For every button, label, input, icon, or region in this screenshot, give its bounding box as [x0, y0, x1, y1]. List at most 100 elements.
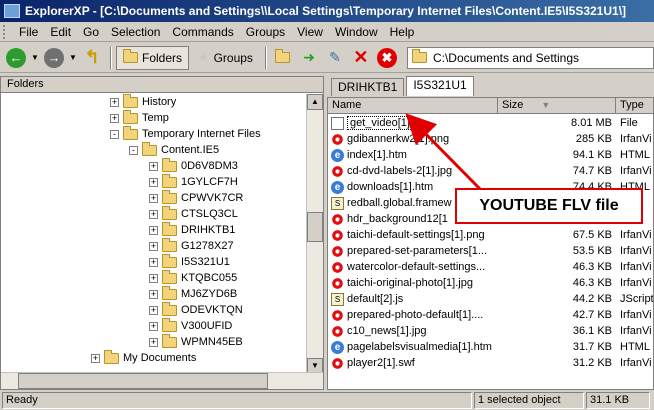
tree-item[interactable]: - Temporary Internet Files — [110, 125, 261, 142]
forward-dropdown[interactable]: ▼ — [68, 46, 78, 70]
folder-icon — [142, 141, 157, 156]
expand-icon[interactable]: + — [149, 161, 158, 171]
hscroll-thumb[interactable] — [18, 373, 268, 389]
tree-item[interactable]: + ODEVKTQN — [149, 301, 243, 318]
up-folder-button[interactable]: ↰ — [80, 46, 104, 70]
move-to-button[interactable]: ➜ — [297, 46, 321, 70]
tree-item[interactable]: + History — [110, 94, 176, 110]
tree-item[interactable]: + V300UFID — [149, 317, 232, 334]
back-dropdown[interactable]: ▼ — [30, 46, 40, 70]
file-row[interactable]: Sdefault[2].js 44.2 KB JScript — [328, 291, 653, 307]
file-row[interactable]: taichi-default-settings[1].png 67.5 KB Irf… — [328, 227, 653, 243]
expand-icon[interactable]: + — [149, 209, 158, 219]
file-row[interactable]: e pagelabelsvisualmedia[1].htm 31.7 KB HTML… — [328, 339, 653, 355]
folder-icon — [123, 49, 138, 63]
expand-icon[interactable]: + — [149, 257, 158, 267]
tree-item[interactable]: + KTQBC055 — [149, 269, 237, 286]
column-size[interactable]: Size ▼ — [498, 98, 616, 113]
file-name: c10_news[1].jpg — [347, 325, 427, 337]
file-row[interactable]: taichi-original-photo[1].jpg 46.3 KB Irfan… — [328, 275, 653, 291]
column-name[interactable]: Name — [328, 98, 498, 113]
expand-icon[interactable]: + — [110, 113, 119, 123]
address-bar[interactable]: C:\Documents and Settings — [406, 46, 654, 69]
file-row[interactable]: get_video[1] 8.01 MB File — [328, 115, 653, 131]
file-row[interactable]: cd-dvd-labels-2[1].jpg 74.7 KB IrfanVi — [328, 163, 653, 179]
folder-icon — [162, 205, 177, 220]
tree-item[interactable]: - Content.IE5 — [129, 141, 219, 158]
file-row[interactable]: watercolor-default-settings... 46.3 KB Irf… — [328, 259, 653, 275]
folders-button[interactable]: Folders — [116, 45, 190, 70]
file-name: default[2].js — [347, 293, 404, 305]
tab-drihktb1[interactable]: DRIHKTB1 — [331, 78, 405, 96]
collapse-icon[interactable]: - — [129, 145, 138, 155]
status-selection: 1 selected object — [474, 391, 584, 409]
expand-icon[interactable]: + — [149, 225, 158, 235]
stop-icon: ✖ — [376, 47, 397, 68]
expand-icon[interactable]: + — [149, 289, 158, 299]
file-row[interactable]: prepared-set-parameters[1... 53.5 KB Irfan… — [328, 243, 653, 259]
folders-vertical-scrollbar[interactable]: ▲ ▼ — [306, 94, 323, 374]
file-row[interactable]: eindex[1].htm 94.1 KB HTML D — [328, 147, 653, 163]
file-type: IrfanVi — [620, 133, 652, 145]
folders-horizontal-scrollbar[interactable] — [1, 372, 323, 389]
column-type[interactable]: Type — [616, 98, 653, 113]
menu-edit[interactable]: Edit — [44, 25, 77, 39]
file-row[interactable]: c10_news[1].jpg 36.1 KB IrfanVi — [328, 323, 653, 339]
file-row[interactable]: prepared-photo-default[1].... 42.7 KB Irfa… — [328, 307, 653, 323]
expand-icon[interactable]: + — [110, 97, 119, 107]
file-name-cell: player2[1].swf — [328, 356, 498, 370]
file-size: 31.7 KB — [572, 341, 612, 353]
scroll-thumb[interactable] — [307, 212, 323, 242]
tree-item[interactable]: +1GYLCF7H — [149, 173, 238, 190]
menu-commands[interactable]: Commands — [166, 25, 239, 39]
forward-button[interactable]: → — [42, 46, 66, 70]
ie-html-icon: e — [331, 148, 344, 162]
tree-item-label: My Documents — [123, 352, 197, 364]
expand-icon[interactable]: + — [91, 353, 100, 363]
tab-i5s321u1[interactable]: I5S321U1 — [406, 76, 474, 96]
collapse-icon[interactable]: - — [110, 129, 119, 139]
tree-item[interactable]: + G1278X27 — [149, 237, 234, 254]
file-size: 8.01 MB — [571, 117, 612, 129]
tree-item[interactable]: +0D6V8DM3 — [149, 157, 238, 174]
expand-icon[interactable]: + — [149, 273, 158, 283]
file-row[interactable]: player2[1].swf 31.2 KB IrfanVi — [328, 355, 653, 371]
scroll-up-arrow-icon[interactable]: ▲ — [307, 94, 323, 110]
menu-selection[interactable]: Selection — [105, 25, 166, 39]
tree-item-label: CTSLQ3CL — [181, 208, 238, 220]
irfanview-icon — [331, 212, 344, 226]
script-icon: S — [331, 196, 344, 210]
tree-item[interactable]: + CTSLQ3CL — [149, 205, 238, 222]
tree-item[interactable]: + My Documents — [91, 349, 197, 366]
menu-groups[interactable]: Groups — [240, 25, 291, 39]
tree-item[interactable]: + WPMN45EB — [149, 333, 243, 350]
menu-window[interactable]: Window — [329, 25, 384, 39]
irfanview-icon — [331, 260, 344, 274]
copy-to-button[interactable]: ✎ — [323, 46, 347, 70]
tree-item[interactable]: + CPWVK7CR — [149, 189, 243, 206]
expand-icon[interactable]: + — [149, 337, 158, 347]
menu-go[interactable]: Go — [77, 25, 105, 39]
menu-help[interactable]: Help — [384, 25, 421, 39]
menu-view[interactable]: View — [291, 25, 329, 39]
delete-button[interactable]: ✕ — [349, 46, 373, 70]
expand-icon[interactable]: + — [149, 193, 158, 203]
expand-icon[interactable]: + — [149, 241, 158, 251]
expand-icon[interactable]: + — [149, 321, 158, 331]
file-list: Name Size ▼ Type get_video[1] 8.01 MB File… — [327, 97, 654, 390]
expand-icon[interactable]: + — [149, 305, 158, 315]
tree-item[interactable]: + I5S321U1 — [149, 253, 230, 270]
tree-item[interactable]: + MJ6ZYD6B — [149, 285, 237, 302]
back-button[interactable]: ← — [4, 46, 28, 70]
file-name-cell: e index[1].htm — [328, 148, 498, 162]
expand-icon[interactable]: + — [149, 177, 158, 187]
file-row[interactable]: gdibannerkw2[1].png 285 KB IrfanVi — [328, 131, 653, 147]
menu-file[interactable]: File — [13, 25, 44, 39]
file-size: 31.2 KB — [572, 357, 612, 369]
groups-button[interactable]: ★ Groups — [191, 46, 259, 70]
file-type: IrfanVi — [620, 277, 652, 289]
tree-item[interactable]: + DRIHKTB1 — [149, 221, 235, 238]
stop-button[interactable]: ✖ — [375, 46, 399, 70]
tree-item[interactable]: + Temp — [110, 109, 169, 126]
new-folder-button[interactable] — [271, 46, 295, 70]
